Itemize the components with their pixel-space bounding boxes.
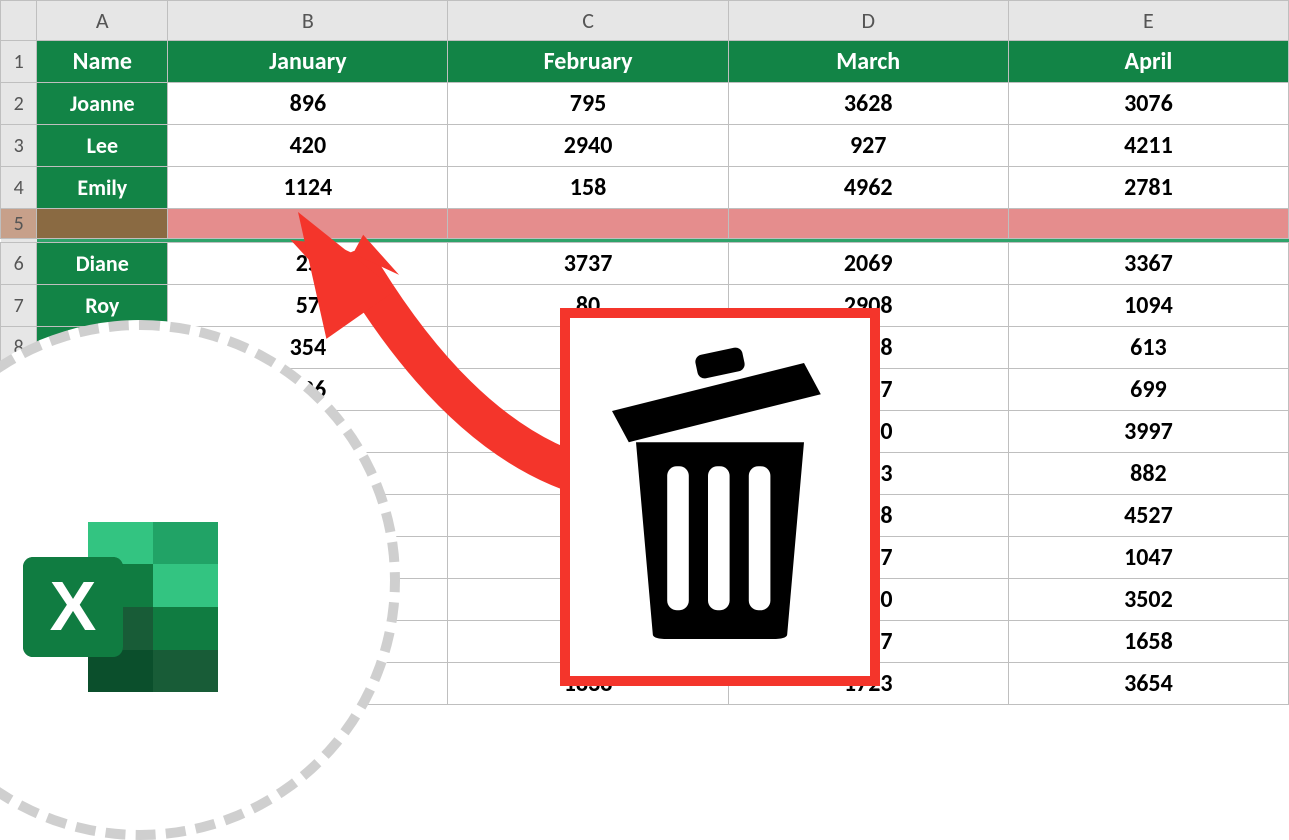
col-header-C[interactable]: C <box>448 1 728 41</box>
cell-april[interactable]: 699 <box>1008 369 1288 411</box>
header-april[interactable]: April <box>1008 41 1288 83</box>
cell-name[interactable]: Diane <box>37 243 168 285</box>
cell-february[interactable]: 2940 <box>448 125 728 167</box>
row-number-4[interactable]: 4 <box>1 167 37 209</box>
cell-C5[interactable] <box>448 209 728 239</box>
col-header-E[interactable]: E <box>1008 1 1288 41</box>
header-march[interactable]: March <box>728 41 1008 83</box>
cell-D5[interactable] <box>728 209 1008 239</box>
cell-january[interactable]: 25 <box>168 243 448 285</box>
cell-march[interactable]: 3628 <box>728 83 1008 125</box>
col-header-B[interactable]: B <box>168 1 448 41</box>
header-february[interactable]: February <box>448 41 728 83</box>
cell-april[interactable]: 882 <box>1008 453 1288 495</box>
table-row: 2Joanne89679536283076 <box>1 83 1289 125</box>
cell-january[interactable]: 57 <box>168 285 448 327</box>
row-number-5[interactable]: 5 <box>1 209 37 239</box>
cell-february[interactable]: 795 <box>448 83 728 125</box>
cell-name[interactable]: Emily <box>37 167 168 209</box>
cell-april[interactable]: 2781 <box>1008 167 1288 209</box>
row-number-3[interactable]: 3 <box>1 125 37 167</box>
col-header-D[interactable]: D <box>728 1 1008 41</box>
cell-january[interactable]: 1124 <box>168 167 448 209</box>
cell-april[interactable]: 4527 <box>1008 495 1288 537</box>
cell-april[interactable]: 3502 <box>1008 579 1288 621</box>
col-header-A[interactable]: A <box>37 1 168 41</box>
row-number-7[interactable]: 7 <box>1 285 37 327</box>
cell-B5[interactable] <box>168 209 448 239</box>
trash-icon <box>600 345 840 650</box>
table-row: 4Emily112415849622781 <box>1 167 1289 209</box>
table-header-row: 1 Name January February March April <box>1 41 1289 83</box>
cell-A5[interactable] <box>37 209 168 239</box>
cell-april[interactable]: 1658 <box>1008 621 1288 663</box>
excel-logo: X <box>18 512 228 702</box>
cell-E5[interactable] <box>1008 209 1288 239</box>
cell-april[interactable]: 1094 <box>1008 285 1288 327</box>
table-row: 6Diane25373720693367 <box>1 243 1289 285</box>
table-row: 3Lee42029409274211 <box>1 125 1289 167</box>
header-january[interactable]: January <box>168 41 448 83</box>
row-number-1[interactable]: 1 <box>1 41 37 83</box>
cell-april[interactable]: 1047 <box>1008 537 1288 579</box>
cell-april[interactable]: 3654 <box>1008 663 1288 705</box>
cell-april[interactable]: 3997 <box>1008 411 1288 453</box>
trash-callout <box>560 308 880 686</box>
cell-april[interactable]: 3367 <box>1008 243 1288 285</box>
cell-february[interactable]: 3737 <box>448 243 728 285</box>
cell-name[interactable]: Lee <box>37 125 168 167</box>
cell-april[interactable]: 4211 <box>1008 125 1288 167</box>
cell-january[interactable]: 896 <box>168 83 448 125</box>
cell-january[interactable]: 420 <box>168 125 448 167</box>
header-name[interactable]: Name <box>37 41 168 83</box>
selected-blank-row[interactable]: 5 <box>1 209 1289 239</box>
cell-april[interactable]: 3076 <box>1008 83 1288 125</box>
svg-text:X: X <box>50 567 97 645</box>
cell-march[interactable]: 2069 <box>728 243 1008 285</box>
cell-name[interactable]: Joanne <box>37 83 168 125</box>
row-number-2[interactable]: 2 <box>1 83 37 125</box>
row-number-6[interactable]: 6 <box>1 243 37 285</box>
cell-february[interactable]: 158 <box>448 167 728 209</box>
column-headers-row: A B C D E <box>1 1 1289 41</box>
cell-april[interactable]: 613 <box>1008 327 1288 369</box>
select-all-corner[interactable] <box>1 1 37 41</box>
cell-march[interactable]: 927 <box>728 125 1008 167</box>
cell-march[interactable]: 4962 <box>728 167 1008 209</box>
